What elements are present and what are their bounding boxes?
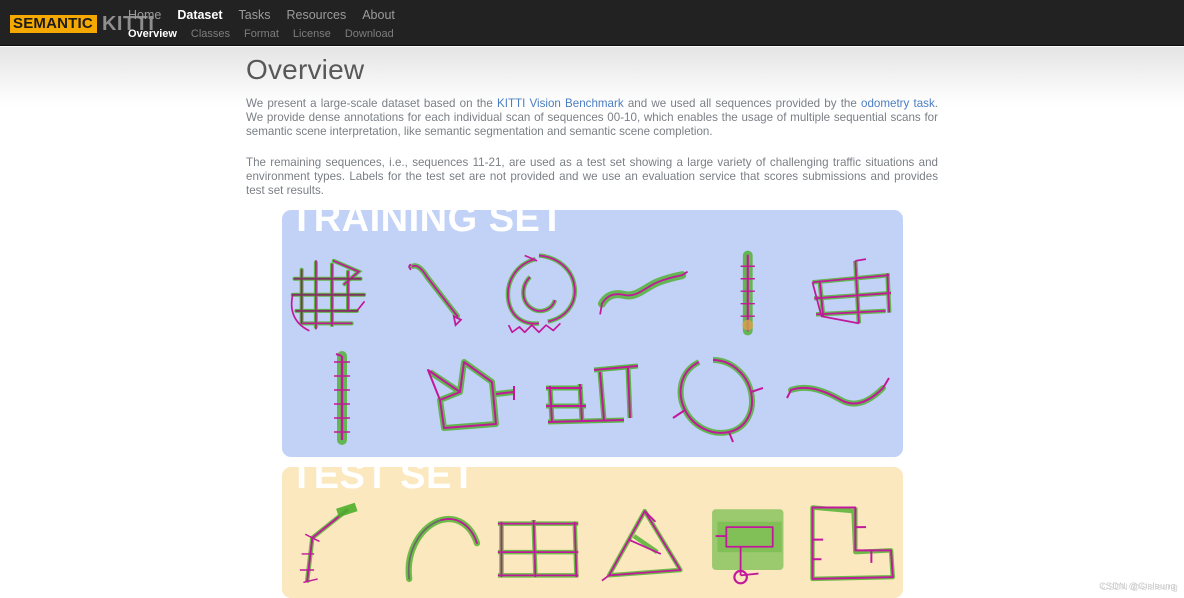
nav-item-home[interactable]: Home — [128, 6, 161, 24]
trajectory-map — [497, 519, 579, 578]
trajectory-map — [712, 509, 784, 585]
sequence-thumbnail[interactable] — [386, 495, 490, 595]
trajectory-map — [785, 376, 890, 406]
main-content: Overview We present a large-scale datase… — [246, 47, 938, 198]
subnav-item-license[interactable]: License — [293, 26, 331, 42]
secondary-nav: Overview Classes Format License Download — [128, 26, 411, 42]
sequence-thumbnail[interactable] — [286, 348, 402, 448]
sequence-thumbnail[interactable] — [659, 348, 775, 448]
sequence-thumbnail[interactable] — [282, 495, 386, 595]
sequence-thumbnail[interactable] — [489, 495, 593, 595]
subnav-item-format[interactable]: Format — [244, 26, 279, 42]
nav-item-dataset[interactable]: Dataset — [177, 6, 222, 24]
sequence-thumbnail[interactable] — [800, 243, 904, 343]
trajectory-map — [811, 257, 891, 324]
trajectory-map — [597, 270, 688, 315]
link-odometry-task[interactable]: odometry task — [861, 97, 935, 110]
csdn-watermark: CSDN @Gisleung CSDN @Gisleung — [1099, 581, 1178, 592]
trajectory-map — [290, 258, 367, 331]
test-set-panel: TEST SET — [282, 467, 903, 598]
subnav-item-classes[interactable]: Classes — [191, 26, 230, 42]
training-set-label: TRAINING SET — [290, 210, 565, 240]
training-set-panel: TRAINING SET — [282, 210, 903, 457]
test-sequence-row-1 — [282, 495, 903, 595]
sequence-thumbnail[interactable] — [386, 243, 490, 343]
nav-menus: Home Dataset Tasks Resources About Overv… — [128, 6, 411, 42]
trajectory-map — [407, 262, 462, 327]
trajectory-map — [809, 505, 895, 582]
trajectory-map — [405, 515, 480, 583]
trajectory-map — [505, 252, 577, 333]
sequence-thumbnail[interactable] — [800, 495, 904, 595]
sequence-thumbnail[interactable] — [593, 243, 697, 343]
sequence-thumbnail[interactable] — [489, 243, 593, 343]
trajectory-map — [740, 250, 755, 335]
top-navbar: SEMANTIC KITTI Home Dataset Tasks Resour… — [0, 0, 1184, 46]
sequence-thumbnail[interactable] — [282, 243, 386, 343]
trajectory-map — [600, 508, 683, 582]
logo-semantic-text: SEMANTIC — [10, 15, 97, 33]
nav-item-resources[interactable]: Resources — [286, 6, 346, 24]
intro-text-part-1: We present a large-scale dataset based o… — [246, 97, 497, 110]
trajectory-map — [299, 502, 358, 584]
sequence-thumbnail[interactable] — [696, 495, 800, 595]
training-sequence-row-1 — [282, 240, 903, 345]
training-sequence-row-2 — [282, 345, 903, 450]
trajectory-map — [427, 358, 516, 431]
subnav-item-download[interactable]: Download — [345, 26, 394, 42]
nav-item-tasks[interactable]: Tasks — [239, 6, 271, 24]
subnav-item-overview[interactable]: Overview — [128, 26, 177, 42]
test-set-label: TEST SET — [290, 467, 476, 497]
dataset-panels: TRAINING SET TEST SET — [282, 210, 903, 598]
intro-paragraph-1: We present a large-scale dataset based o… — [246, 97, 938, 140]
intro-text-part-2: and we used all sequences provided by th… — [623, 97, 861, 110]
sequence-thumbnail[interactable] — [696, 243, 800, 343]
nav-item-about[interactable]: About — [362, 6, 395, 24]
intro-paragraph-2: The remaining sequences, i.e., sequences… — [246, 155, 938, 198]
page-title: Overview — [246, 54, 365, 85]
trajectory-map — [546, 363, 639, 424]
sequence-thumbnail[interactable] — [534, 348, 650, 448]
sequence-thumbnail[interactable] — [783, 348, 899, 448]
sequence-thumbnail[interactable] — [410, 348, 526, 448]
link-kitti-vision-benchmark[interactable]: KITTI Vision Benchmark — [497, 97, 624, 110]
sequence-thumbnail[interactable] — [593, 495, 697, 595]
trajectory-map — [672, 356, 763, 442]
watermark-text-shadow: CSDN @Gisleung — [1101, 582, 1178, 592]
primary-nav: Home Dataset Tasks Resources About — [128, 6, 411, 24]
trajectory-map — [334, 350, 351, 445]
